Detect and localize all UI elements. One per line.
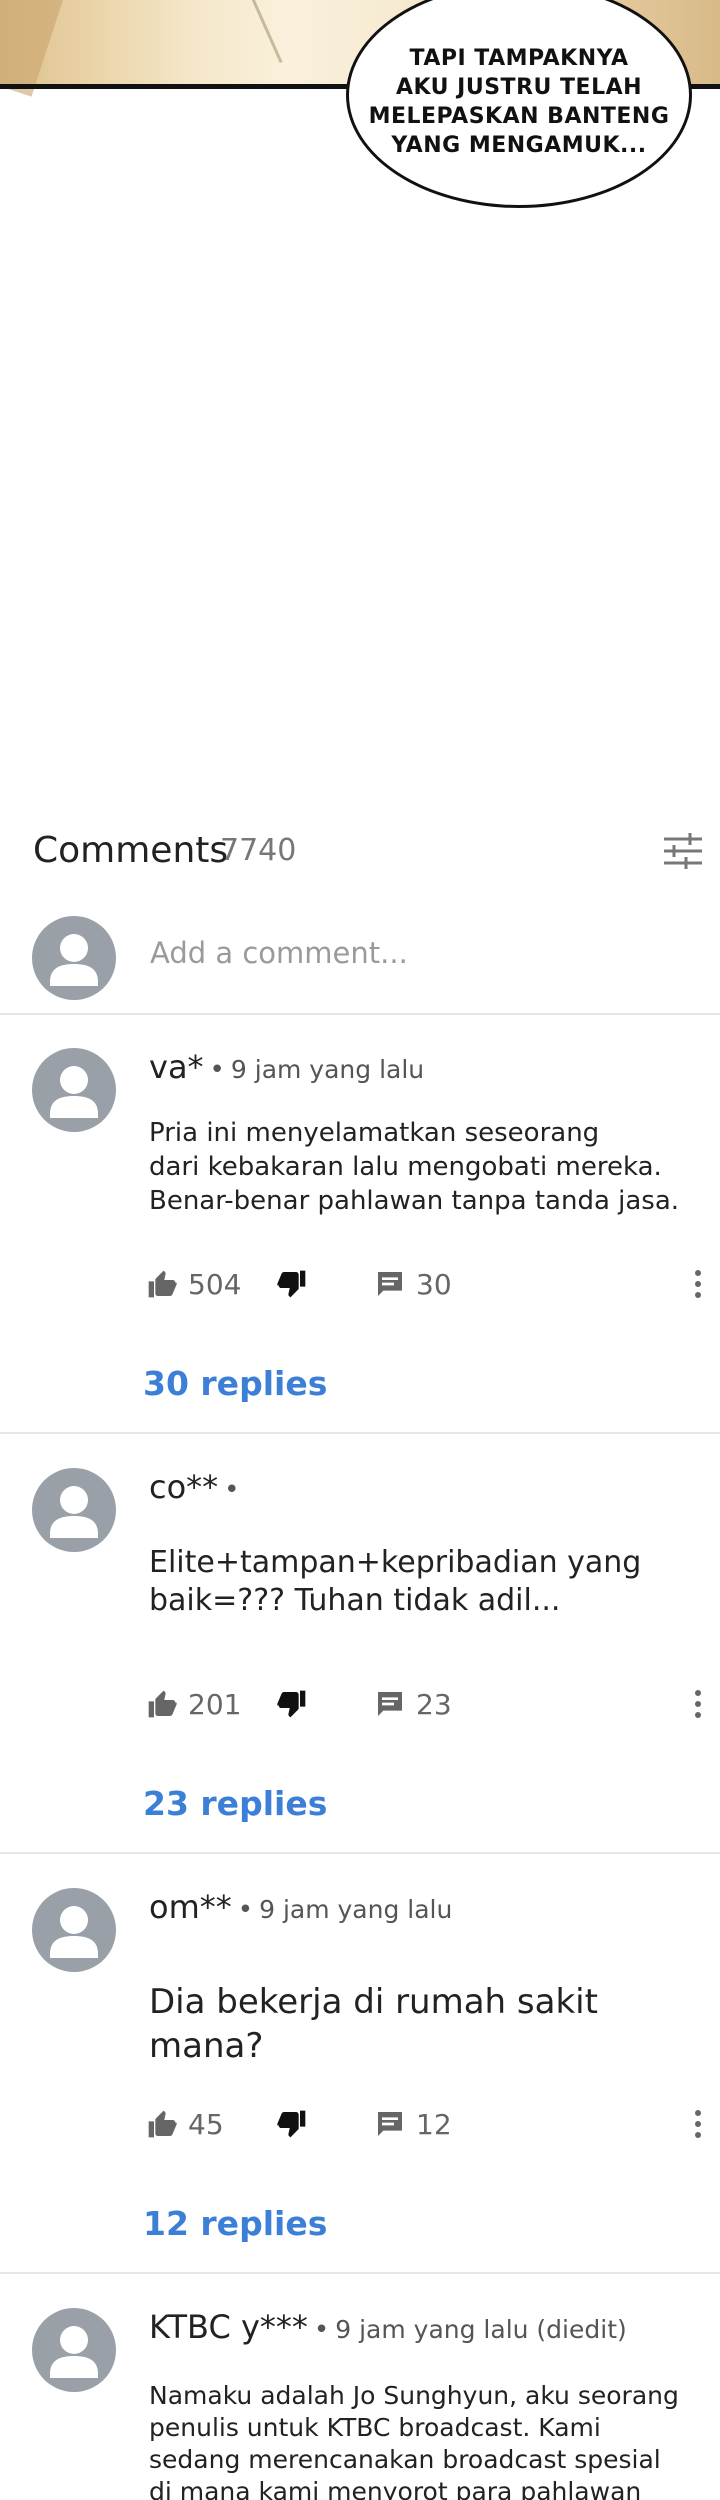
comment-username[interactable]: va* [149, 1048, 204, 1086]
comment-bubble-icon [378, 1692, 402, 1716]
more-options-icon[interactable] [694, 1269, 702, 1299]
comment-text: Elite+tampan+kepribadian yang baik=??? T… [149, 1545, 642, 1618]
comment-text: Namaku adalah Jo Sunghyun, aku seorang p… [149, 2381, 679, 2500]
like-button[interactable]: 504 [146, 1264, 241, 1304]
add-comment-row[interactable]: Add a comment... [0, 912, 720, 1012]
avatar[interactable] [32, 1888, 116, 1972]
dislike-button[interactable] [276, 1264, 308, 1304]
user-avatar-icon [50, 2326, 98, 2378]
artwork-shape [0, 0, 66, 97]
comments-count: 7740 [220, 833, 297, 868]
comment-username[interactable]: om** [149, 1888, 232, 1926]
thumbs-down-icon [277, 1270, 306, 1298]
speech-bubble-text: TAPI TAMPAKNYA AKU JUSTRU TELAH MELEPASK… [368, 46, 670, 158]
comment-timestamp: 9 jam yang lalu (diedit) [335, 2315, 627, 2344]
thumbs-up-icon [148, 2110, 177, 2138]
comment-actions: 201 23 [146, 1684, 706, 1724]
separator-dot: • [237, 1895, 254, 1925]
avatar[interactable] [32, 1048, 116, 1132]
like-button[interactable]: 45 [146, 2104, 224, 2144]
comment-item: va* • 9 jam yang lalu Pria ini menyelamatk… [0, 1040, 720, 1430]
reply-button[interactable]: 23 [374, 1684, 452, 1724]
separator-dot: • [224, 1475, 240, 1505]
user-avatar-icon [50, 1066, 98, 1118]
more-options-icon[interactable] [694, 1689, 702, 1719]
divider [0, 1013, 720, 1015]
comment-text: Pria ini menyelamatkan seseorang dari ke… [149, 1118, 680, 1216]
reply-button[interactable]: 12 [374, 2104, 452, 2144]
reply-count: 12 [416, 2107, 452, 2141]
thumbs-down-icon [277, 2110, 306, 2138]
like-count: 201 [188, 1687, 242, 1721]
reply-button[interactable]: 30 [374, 1264, 452, 1304]
more-options-icon[interactable] [694, 2109, 702, 2139]
comment-actions: 45 12 [146, 2104, 706, 2144]
comment-header: om** • 9 jam yang lalu [149, 1888, 452, 1926]
view-replies-link[interactable]: 30 replies [143, 1364, 327, 1403]
comment-actions: 504 30 [146, 1264, 706, 1304]
comment-timestamp: 9 jam yang lalu [259, 1895, 453, 1924]
user-avatar-icon [50, 1486, 98, 1538]
dislike-button[interactable] [276, 1684, 308, 1724]
filter-settings-icon[interactable] [662, 830, 704, 872]
thumbs-up-icon [148, 1270, 177, 1298]
comment-item: om** • 9 jam yang lalu Dia bekerja di ruma… [0, 1880, 720, 2270]
comic-panel: TAPI TAMPAKNYA AKU JUSTRU TELAH MELEPASK… [0, 0, 720, 800]
like-count: 45 [188, 2107, 224, 2141]
add-comment-input[interactable]: Add a comment... [150, 936, 408, 970]
divider [0, 2272, 720, 2274]
thumbs-down-icon [277, 1690, 306, 1718]
view-replies-link[interactable]: 12 replies [143, 2204, 327, 2243]
user-avatar-icon [50, 934, 98, 986]
reply-count: 23 [416, 1687, 452, 1721]
comment-bubble-icon [378, 2112, 402, 2136]
view-replies-link[interactable]: 23 replies [143, 1784, 327, 1823]
avatar[interactable] [32, 2308, 116, 2392]
divider [0, 1852, 720, 1854]
comment-username[interactable]: co** [149, 1468, 218, 1506]
comments-header: Comments 7740 [0, 820, 720, 884]
thumbs-up-icon [148, 1690, 177, 1718]
reply-count: 30 [416, 1267, 452, 1301]
separator-dot: • [209, 1055, 225, 1085]
like-button[interactable]: 201 [146, 1684, 241, 1724]
divider [0, 1432, 720, 1434]
comment-header: KTBC y*** • 9 jam yang lalu (diedit) [149, 2308, 627, 2346]
avatar[interactable] [32, 1468, 116, 1552]
comment-item: KTBC y*** • 9 jam yang lalu (diedit) Namak… [0, 2300, 720, 2500]
comment-item: co** • Elite+tampan+kepribadian yang baik… [0, 1460, 720, 1850]
comments-title: Comments [33, 830, 229, 871]
comment-header: co** • [149, 1468, 246, 1506]
separator-dot: • [313, 2315, 330, 2345]
comment-bubble-icon [378, 1272, 402, 1296]
comment-header: va* • 9 jam yang lalu [149, 1048, 424, 1086]
like-count: 504 [188, 1267, 242, 1301]
avatar [32, 916, 116, 1000]
comment-timestamp: 9 jam yang lalu [230, 1055, 425, 1084]
dislike-button[interactable] [276, 2104, 308, 2144]
user-avatar-icon [50, 1906, 98, 1958]
artwork-line [130, 0, 283, 108]
comment-username[interactable]: KTBC y*** [149, 2308, 308, 2346]
comment-text: Dia bekerja di rumah sakit mana? [149, 1982, 598, 2066]
